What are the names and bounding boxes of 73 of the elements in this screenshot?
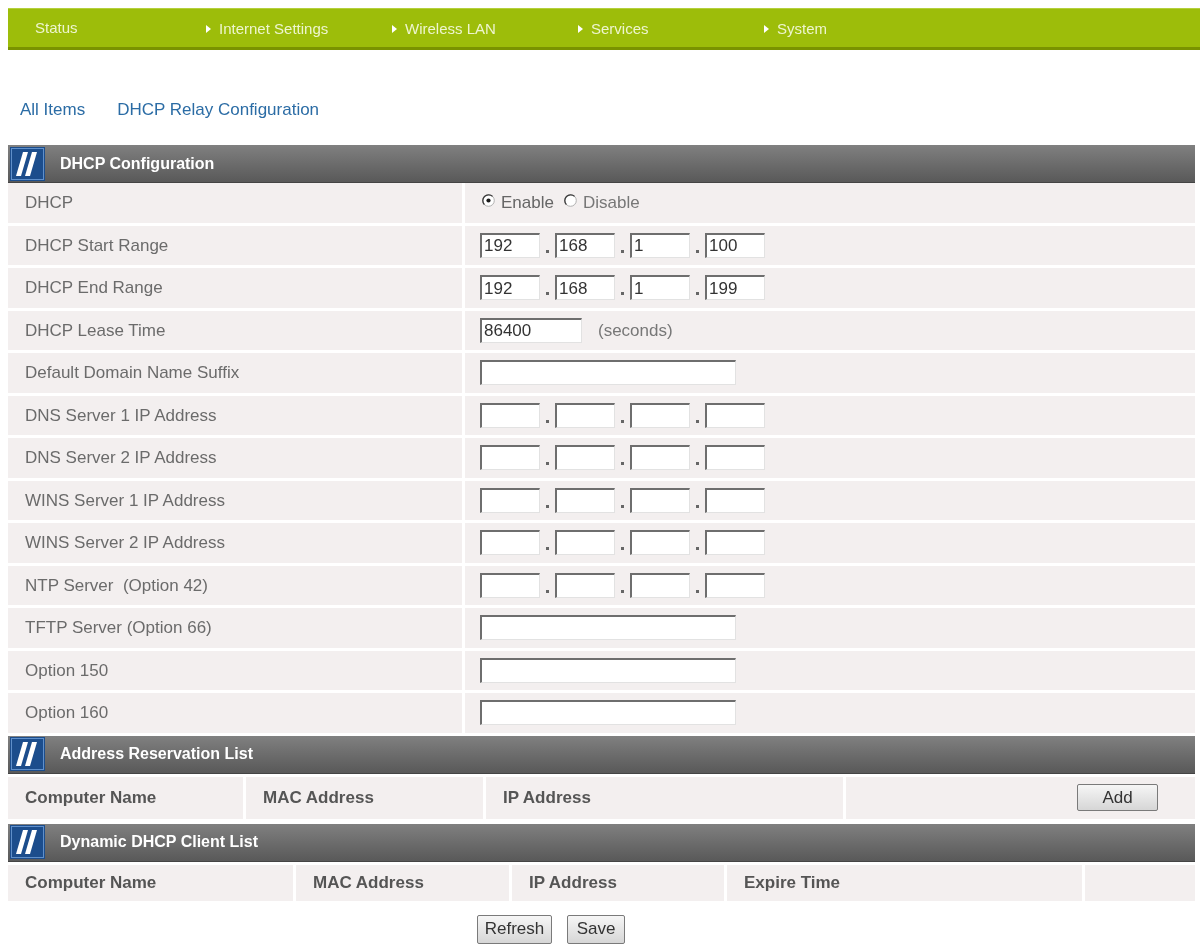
ip-octet-field[interactable] (705, 487, 765, 513)
triangle-right-icon (764, 24, 769, 33)
ip-octet-field[interactable]: 168 (555, 232, 615, 258)
slash-logo-icon (10, 737, 45, 771)
text-field[interactable] (480, 615, 736, 641)
field-label: DNS Server 1 IP Address (8, 395, 462, 435)
ip-octet-field[interactable] (480, 487, 540, 513)
add-button[interactable]: Add (1077, 784, 1158, 811)
field-label: DHCP End Range (8, 268, 462, 308)
ip-octet-field[interactable]: 168 (555, 275, 615, 301)
ip-octet-field[interactable]: 1 (630, 232, 690, 258)
radio-button[interactable] (482, 194, 495, 208)
field-label: Option 160 (8, 693, 462, 733)
ip-octet-field[interactable] (555, 572, 615, 598)
ip-octet-field[interactable] (555, 530, 615, 556)
triangle-right-icon (206, 24, 211, 33)
field-label: DNS Server 2 IP Address (8, 438, 462, 478)
section-title: DHCP Configuration (60, 153, 215, 174)
text-field[interactable] (480, 360, 736, 386)
triangle-right-icon (578, 24, 583, 33)
field-label: Option 150 (8, 650, 462, 690)
lease-time-field[interactable]: 86400 (480, 317, 582, 343)
radio-button[interactable] (563, 194, 577, 208)
field-label: DHCP (8, 183, 462, 223)
ip-octet-field[interactable] (705, 445, 765, 471)
slash-logo-icon (10, 825, 45, 859)
ip-octet-field[interactable] (480, 445, 540, 471)
ip-octet-field[interactable] (630, 487, 690, 513)
ip-octet-field[interactable]: 199 (705, 275, 765, 301)
field-label: WINS Server 2 IP Address (8, 523, 462, 563)
ip-octet-field[interactable] (630, 572, 690, 598)
column-header: IP Address (512, 864, 724, 901)
ip-octet-field[interactable] (555, 487, 615, 513)
ip-octet-field[interactable]: 192 (480, 275, 540, 301)
text-field[interactable] (480, 657, 736, 683)
ip-octet-field[interactable] (630, 530, 690, 556)
breadcrumb-link[interactable]: DHCP Relay Configuration (117, 100, 320, 120)
column-header: Computer Name (8, 864, 293, 901)
ip-octet-field[interactable] (705, 530, 765, 556)
refresh-button[interactable]: Refresh (477, 914, 552, 944)
column-header: Expire Time (727, 864, 1082, 901)
breadcrumb-link[interactable]: All Items (20, 100, 86, 120)
ip-octet-field[interactable] (480, 572, 540, 598)
field-label: TFTP Server (Option 66) (8, 608, 462, 648)
field-label: DHCP Lease Time (8, 310, 462, 350)
column-header: Computer Name (8, 776, 243, 819)
column-header: MAC Address (246, 776, 483, 819)
field-label: DHCP Start Range (8, 225, 462, 265)
unit-label: (seconds) (598, 319, 673, 342)
ip-octet-field[interactable] (555, 445, 615, 471)
triangle-right-icon (392, 24, 397, 33)
slash-logo-icon (10, 146, 45, 181)
section-title: Dynamic DHCP Client List (60, 832, 258, 852)
field-label: NTP Server (Option 42) (8, 565, 462, 605)
ip-octet-field[interactable] (705, 402, 765, 428)
radio-label[interactable]: Enable (501, 190, 554, 216)
ip-octet-field[interactable]: 1 (630, 275, 690, 301)
ip-octet-field[interactable] (480, 530, 540, 556)
save-button[interactable]: Save (567, 914, 625, 944)
ip-octet-field[interactable] (630, 445, 690, 471)
ip-octet-field[interactable] (480, 402, 540, 428)
column-header: IP Address (486, 776, 843, 819)
text-field[interactable] (480, 700, 736, 726)
ip-octet-field[interactable]: 100 (705, 232, 765, 258)
ip-octet-field[interactable] (705, 572, 765, 598)
ip-octet-field[interactable] (555, 402, 615, 428)
radio-label[interactable]: Disable (582, 190, 640, 216)
field-label: Default Domain Name Suffix (8, 353, 462, 393)
ip-octet-field[interactable] (630, 402, 690, 428)
ip-octet-field[interactable]: 192 (480, 232, 540, 258)
field-label: WINS Server 1 IP Address (8, 480, 462, 520)
column-header: MAC Address (296, 864, 509, 901)
section-title: Address Reservation List (60, 744, 253, 764)
